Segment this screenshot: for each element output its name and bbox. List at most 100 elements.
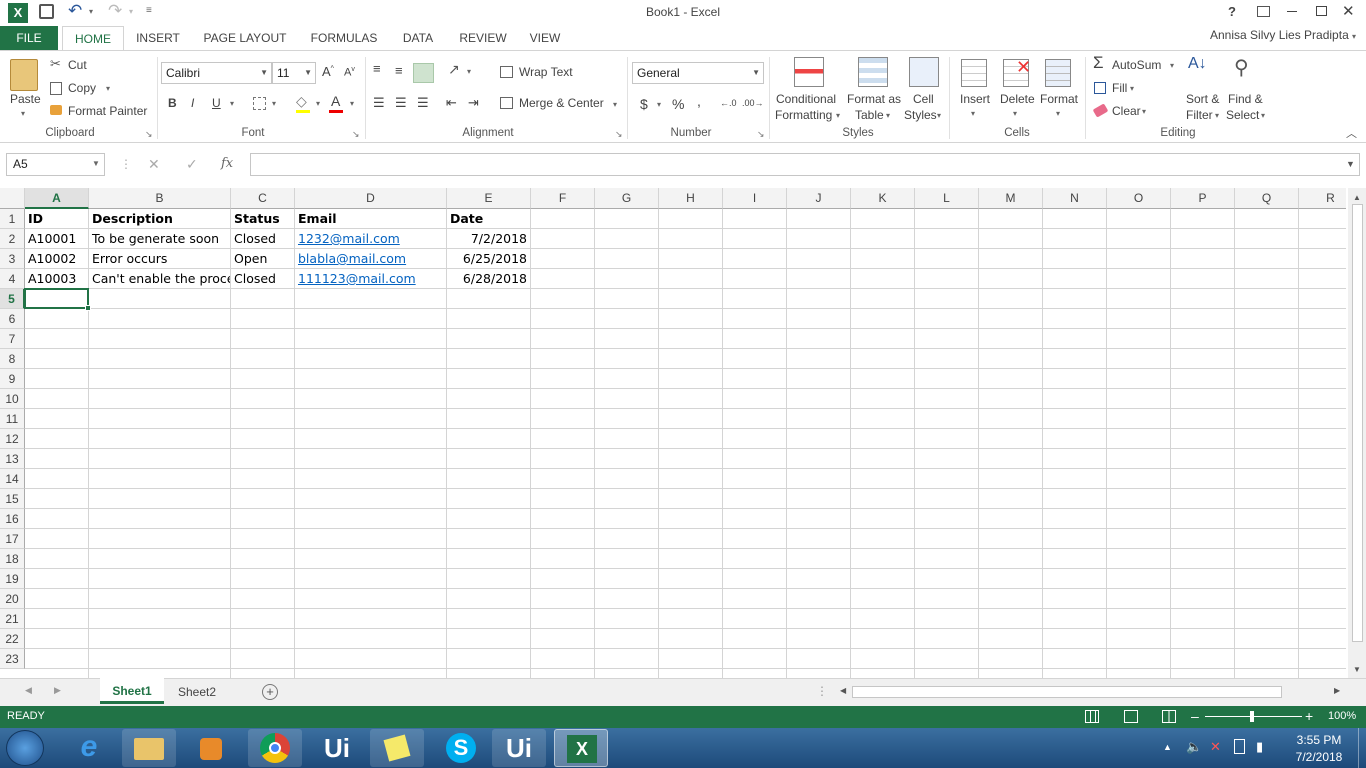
page-break-view-icon[interactable] xyxy=(1162,710,1176,723)
user-name[interactable]: Annisa Silvy Lies Pradipta xyxy=(1210,28,1349,42)
number-launcher-icon[interactable]: ↘ xyxy=(757,129,765,140)
cell-e3[interactable]: 6/25/2018 xyxy=(447,249,530,269)
binoculars-icon[interactable]: ⚲ xyxy=(1234,55,1249,80)
active-cell-selection[interactable] xyxy=(24,288,89,309)
borders-dropdown-icon[interactable]: ▾ xyxy=(272,99,276,108)
name-box[interactable]: A5 xyxy=(6,153,105,176)
format-cells-icon[interactable] xyxy=(1045,59,1071,87)
redo-icon[interactable]: ↷ xyxy=(108,1,122,21)
column-header-k[interactable]: K xyxy=(851,188,915,209)
tab-formulas[interactable]: FORMULAS xyxy=(304,26,384,50)
cell-a3[interactable]: A10002 xyxy=(25,249,88,269)
normal-view-icon[interactable] xyxy=(1085,710,1099,723)
row-header-11[interactable]: 11 xyxy=(0,409,25,429)
row-header-3[interactable]: 3 xyxy=(0,249,25,269)
row-header-13[interactable]: 13 xyxy=(0,449,25,469)
format-as-table-icon[interactable] xyxy=(858,57,888,87)
sheet-tab-sheet2[interactable]: Sheet2 xyxy=(168,679,226,705)
conditional-formatting-label-2[interactable]: Formatting xyxy=(775,108,832,122)
delete-dropdown-icon[interactable]: ▾ xyxy=(1013,109,1017,118)
formula-input[interactable] xyxy=(250,153,1360,176)
cell-c2[interactable]: Closed xyxy=(231,229,294,249)
cell-c4[interactable]: Closed xyxy=(231,269,294,289)
column-header-r[interactable]: R xyxy=(1299,188,1346,209)
cell-d3[interactable]: blabla@mail.com xyxy=(295,249,446,269)
tab-review[interactable]: REVIEW xyxy=(452,26,514,50)
row-header-1[interactable]: 1 xyxy=(0,209,25,229)
bold-button[interactable]: B xyxy=(168,96,177,110)
underline-dropdown-icon[interactable]: ▾ xyxy=(230,99,234,108)
row-header-21[interactable]: 21 xyxy=(0,609,25,629)
name-box-dropdown-icon[interactable]: ▼ xyxy=(92,159,100,168)
row-header-17[interactable]: 17 xyxy=(0,529,25,549)
tab-split-grip-icon[interactable]: ⋮ xyxy=(816,684,828,698)
increase-indent-icon[interactable]: ⇥ xyxy=(468,95,479,111)
font-color-dropdown-icon[interactable]: ▾ xyxy=(350,99,354,108)
merge-icon[interactable] xyxy=(500,97,513,109)
tab-data[interactable]: DATA xyxy=(394,26,442,50)
taskbar-uipath-robot-icon[interactable]: Ui xyxy=(492,729,546,767)
delete-button[interactable]: Delete xyxy=(1000,92,1035,106)
column-header-e[interactable]: E xyxy=(447,188,531,209)
horizontal-scrollbar[interactable]: ◀ ▶ xyxy=(834,684,1348,700)
sheet-tab-sheet1[interactable]: Sheet1 xyxy=(100,678,164,704)
insert-cells-icon[interactable] xyxy=(961,59,987,87)
wrap-text-button[interactable]: Wrap Text xyxy=(519,65,573,79)
font-size-select[interactable]: 11 ▼ xyxy=(272,62,316,84)
customize-qat-icon[interactable]: ≡ xyxy=(146,5,152,16)
fill-icon[interactable] xyxy=(1094,82,1106,94)
row-header-14[interactable]: 14 xyxy=(0,469,25,489)
orientation-icon[interactable]: ↗ xyxy=(448,61,460,78)
paste-button[interactable]: Paste xyxy=(10,92,41,106)
middle-align-icon[interactable]: ≡ xyxy=(395,63,403,78)
autosum-dropdown-icon[interactable]: ▾ xyxy=(1170,61,1174,70)
column-header-i[interactable]: I xyxy=(723,188,787,209)
save-icon[interactable] xyxy=(39,4,54,19)
format-dropdown-icon[interactable]: ▾ xyxy=(1056,109,1060,118)
column-header-f[interactable]: F xyxy=(531,188,595,209)
zoom-out-icon[interactable]: – xyxy=(1191,708,1199,724)
merge-center-button[interactable]: Merge & Center xyxy=(519,96,604,110)
autosum-button[interactable]: AutoSum xyxy=(1112,58,1161,72)
close-icon[interactable]: ✕ xyxy=(1342,2,1355,20)
cell-a4[interactable]: A10003 xyxy=(25,269,88,289)
paste-icon[interactable] xyxy=(10,59,38,91)
fill-button[interactable]: Fill xyxy=(1112,81,1127,95)
cell-a2[interactable]: A10001 xyxy=(25,229,88,249)
column-header-a[interactable]: A xyxy=(25,188,89,209)
conditional-formatting-icon[interactable] xyxy=(794,57,824,87)
cell-b3[interactable]: Error occurs xyxy=(89,249,230,269)
orientation-dropdown-icon[interactable]: ▾ xyxy=(467,67,471,76)
next-sheet-icon[interactable]: ▶ xyxy=(54,685,61,696)
conditional-dropdown-icon[interactable]: ▾ xyxy=(836,111,840,120)
column-header-l[interactable]: L xyxy=(915,188,979,209)
taskbar-skype-icon[interactable]: S xyxy=(434,729,488,767)
sort-filter-icon[interactable]: A↓ xyxy=(1188,55,1207,73)
prev-sheet-icon[interactable]: ◀ xyxy=(25,685,32,696)
format-button[interactable]: Format xyxy=(1040,92,1078,106)
find-select-label-1[interactable]: Find & xyxy=(1228,92,1263,106)
zoom-level[interactable]: 100% xyxy=(1328,710,1356,722)
row-header-16[interactable]: 16 xyxy=(0,509,25,529)
row-header-10[interactable]: 10 xyxy=(0,389,25,409)
tab-page-layout[interactable]: PAGE LAYOUT xyxy=(196,26,294,50)
page-layout-view-icon[interactable] xyxy=(1124,710,1138,723)
undo-dropdown-icon[interactable]: ▾ xyxy=(89,7,93,16)
row-header-2[interactable]: 2 xyxy=(0,229,25,249)
taskbar-media-icon[interactable] xyxy=(184,729,238,767)
align-right-icon[interactable]: ☰ xyxy=(417,95,429,111)
format-table-dropdown-icon[interactable]: ▾ xyxy=(886,111,890,120)
scroll-thumb[interactable] xyxy=(1352,204,1363,642)
increase-decimal-icon[interactable]: ←.0 xyxy=(720,98,737,108)
sort-dropdown-icon[interactable]: ▾ xyxy=(1215,111,1219,120)
zoom-in-icon[interactable]: + xyxy=(1305,708,1313,724)
clear-dropdown-icon[interactable]: ▾ xyxy=(1142,107,1146,116)
cell-styles-label-2[interactable]: Styles xyxy=(904,108,937,122)
clock-date[interactable]: 7/2/2018 xyxy=(1290,750,1348,764)
column-header-b[interactable]: B xyxy=(89,188,231,209)
row-header-15[interactable]: 15 xyxy=(0,489,25,509)
underline-button[interactable]: U xyxy=(212,96,221,110)
clear-button[interactable]: Clear xyxy=(1112,104,1141,118)
comma-button[interactable]: , xyxy=(697,93,701,109)
start-button[interactable] xyxy=(6,730,44,766)
